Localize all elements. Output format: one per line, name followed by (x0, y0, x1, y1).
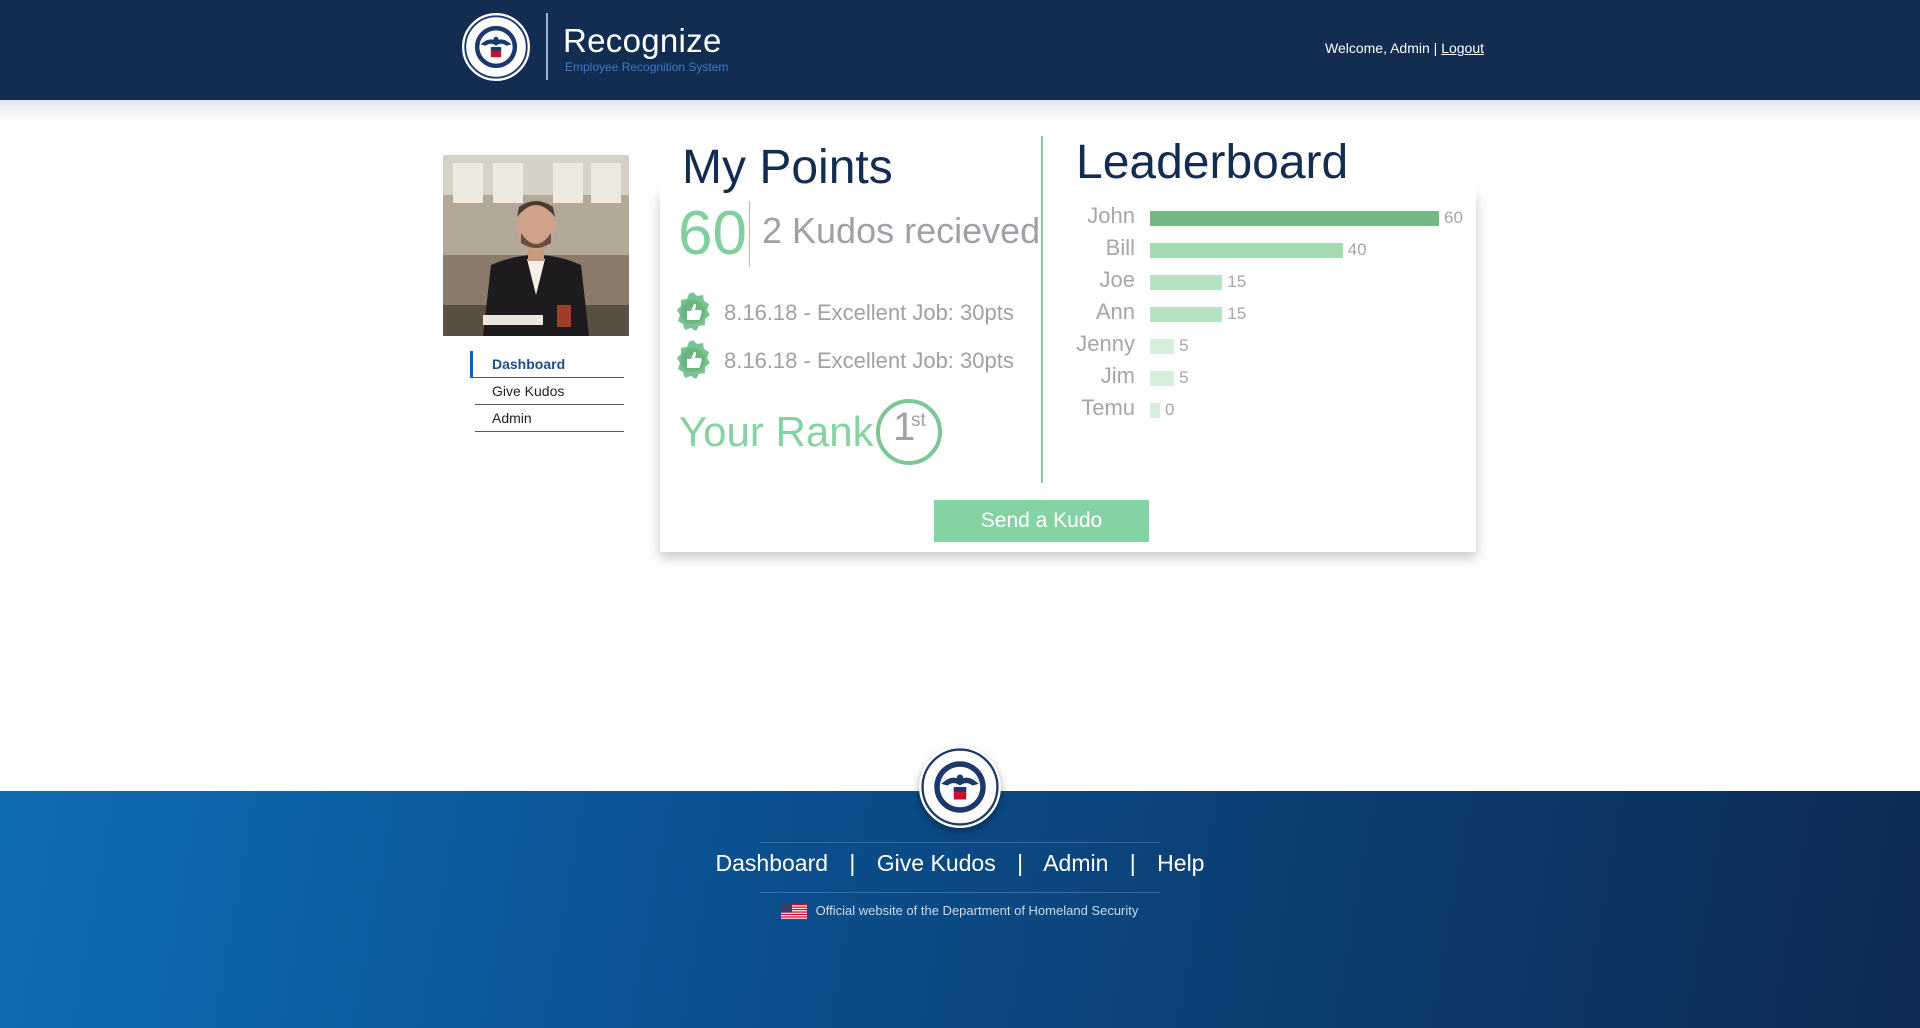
leaderboard-value: 0 (1165, 400, 1175, 419)
app-subtitle: Employee Recognition System (565, 60, 729, 74)
my-points-title: My Points (682, 141, 893, 194)
site-header: Recognize Employee Recognition System We… (0, 0, 1920, 100)
leaderboard-bar (1150, 243, 1343, 258)
footer-link-admin[interactable]: Admin (1043, 850, 1108, 876)
leaderboard-value: 40 (1347, 240, 1367, 259)
points-total: 60 (678, 199, 747, 268)
points-separator (749, 201, 750, 267)
leaderboard-value: 15 (1227, 304, 1247, 323)
footer-link-help[interactable]: Help (1157, 850, 1204, 876)
leaderboard-name: Jim (1100, 363, 1135, 388)
leaderboard-bar (1150, 339, 1175, 354)
leaderboard-bar (1150, 211, 1439, 226)
dhs-seal-icon[interactable] (919, 746, 1001, 828)
footer-nav: Dashboard | Give Kudos | Admin | Help (0, 850, 1920, 877)
leaderboard-name: John (1087, 203, 1135, 228)
kudo-text: 8.16.18 - Excellent Job: 30pts (724, 348, 1014, 373)
profile-photo (443, 155, 629, 336)
leaderboard-title: Leaderboard (1076, 136, 1349, 189)
footer-link-give-kudos[interactable]: Give Kudos (877, 850, 996, 876)
dhs-seal-icon[interactable] (462, 13, 530, 81)
leaderboard-value: 5 (1179, 336, 1189, 355)
logout-link[interactable]: Logout (1441, 40, 1484, 56)
welcome-bar: Welcome, Admin | Logout (1325, 40, 1484, 56)
leaderboard-bar (1150, 275, 1223, 290)
thumbs-up-icon (677, 292, 710, 331)
kudos-received-text: 2 Kudos recieved (762, 210, 1041, 251)
header-divider (546, 13, 548, 80)
leaderboard-name: Jenny (1076, 331, 1135, 356)
leaderboard-name: Temu (1081, 395, 1135, 420)
sidebar-item-dashboard[interactable]: Dashboard (470, 351, 624, 378)
official-text: Official website of the Department of Ho… (815, 903, 1139, 918)
sidebar-nav: Dashboard Give Kudos Admin (470, 351, 624, 432)
kudo-text: 8.16.18 - Excellent Job: 30pts (724, 300, 1014, 325)
us-flag-icon (781, 903, 807, 920)
leaderboard-name: Joe (1099, 267, 1135, 292)
leaderboard-value: 15 (1227, 272, 1247, 291)
rank-label: Your Rank (679, 408, 874, 455)
footer-rule (760, 842, 1160, 843)
leaderboard-bar (1150, 371, 1175, 386)
welcome-text: Welcome, Admin | (1325, 40, 1438, 56)
leaderboard-bar (1150, 403, 1160, 418)
app-title[interactable]: Recognize (563, 22, 722, 60)
leaderboard-name: Bill (1105, 235, 1135, 260)
official-website-notice: Official website of the Department of Ho… (781, 903, 1138, 921)
leaderboard-name: Ann (1095, 299, 1135, 324)
sidebar-item-give-kudos[interactable]: Give Kudos (475, 378, 624, 405)
send-kudo-button[interactable]: Send a Kudo (934, 500, 1149, 542)
footer-separator: | (1017, 850, 1024, 876)
leaderboard-bar (1150, 307, 1223, 322)
footer-separator: | (1129, 850, 1136, 876)
thumbs-up-icon (677, 340, 710, 379)
header-shadow (0, 100, 1920, 122)
footer-separator: | (849, 850, 856, 876)
leaderboard-value: 5 (1179, 368, 1189, 387)
profile-photo-image (443, 155, 629, 336)
leaderboard-value: 60 (1444, 208, 1463, 227)
footer-link-dashboard[interactable]: Dashboard (716, 850, 829, 876)
site-footer: Dashboard | Give Kudos | Admin | Help Of… (0, 746, 1920, 1028)
rank-suffix: st (911, 410, 926, 431)
sidebar-item-admin[interactable]: Admin (475, 405, 624, 432)
footer-rule (760, 892, 1160, 893)
